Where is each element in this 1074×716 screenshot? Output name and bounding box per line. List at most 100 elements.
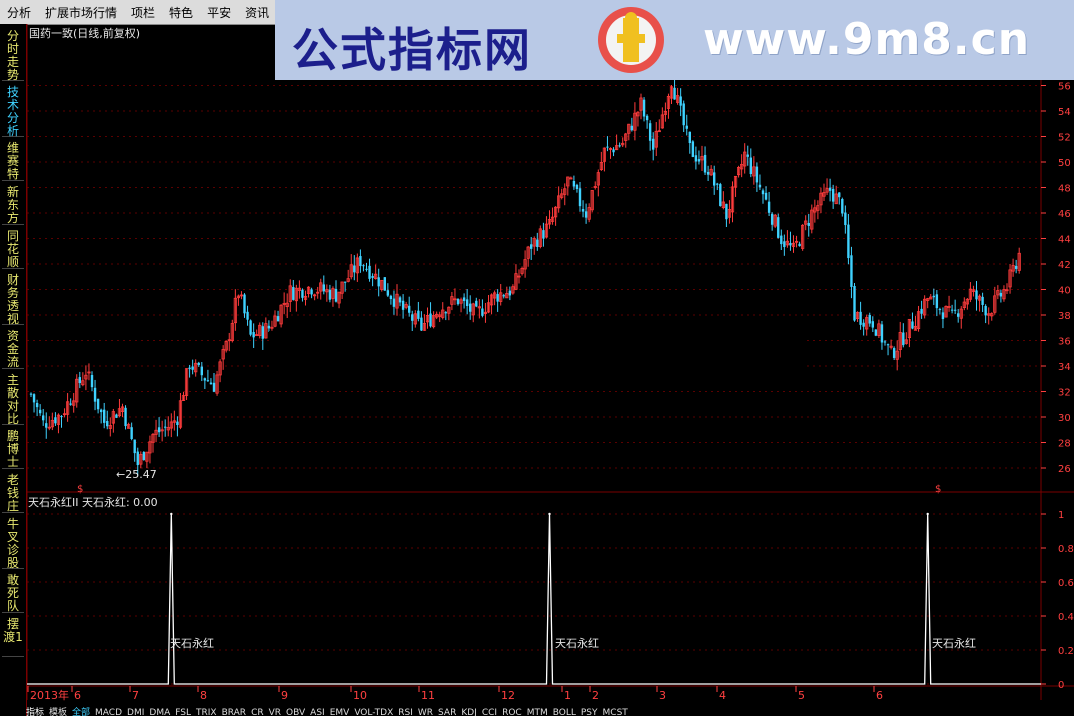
indicator-tick-label: 0.6 bbox=[1058, 578, 1074, 589]
site-title: 公式指标网 bbox=[292, 23, 532, 77]
indicator-tab-模板[interactable]: 模板 bbox=[49, 708, 67, 716]
candle-body-down bbox=[469, 303, 472, 312]
indicator-tab-boll[interactable]: BOLL bbox=[553, 708, 576, 716]
candle-body-down bbox=[328, 289, 332, 300]
candle-body-down bbox=[749, 157, 752, 175]
indicator-tab-dma[interactable]: DMA bbox=[149, 708, 170, 716]
peak-label-1: 天石永红 bbox=[170, 636, 214, 650]
candle-body-down bbox=[267, 325, 271, 329]
candle-body-down bbox=[859, 311, 862, 325]
indicator-tab-dmi[interactable]: DMI bbox=[127, 708, 144, 716]
candle-body-down bbox=[197, 362, 200, 366]
candle-body-down bbox=[249, 320, 252, 335]
candle-body-down bbox=[648, 123, 652, 141]
indicator-tab-emv[interactable]: EMV bbox=[330, 708, 350, 716]
price-tick-label: 28 bbox=[1058, 439, 1071, 450]
indicator-tab-mcst[interactable]: MCST bbox=[603, 708, 628, 716]
indicator-tab-psy[interactable]: PSY bbox=[581, 708, 598, 716]
candle-body-down bbox=[886, 344, 890, 346]
price-tick-label: 48 bbox=[1058, 184, 1071, 195]
indicator-tab-全部[interactable]: 全部 bbox=[72, 708, 90, 716]
indicator-tab-sar[interactable]: SAR bbox=[438, 708, 456, 716]
candle-body-down bbox=[703, 154, 707, 173]
indicator-tab-cci[interactable]: CCI bbox=[482, 708, 497, 716]
x-tick-label: 4 bbox=[719, 689, 726, 702]
candle-body-down bbox=[713, 172, 716, 186]
candle-body-down bbox=[359, 256, 362, 267]
candle-body-down bbox=[871, 321, 874, 328]
candle-body-down bbox=[847, 224, 850, 259]
candle-body-down bbox=[124, 407, 127, 427]
indicator-tab-vr[interactable]: VR bbox=[269, 708, 281, 716]
candle-body-down bbox=[542, 230, 545, 239]
candle-body-down bbox=[935, 294, 939, 309]
candle-body-down bbox=[42, 415, 45, 421]
candle-body-down bbox=[892, 348, 896, 358]
candle-body-down bbox=[200, 366, 203, 376]
price-tick-label: 36 bbox=[1058, 337, 1071, 348]
indicator-tab-mtm[interactable]: MTM bbox=[527, 708, 548, 716]
x-tick-label: 11 bbox=[421, 689, 435, 702]
price-tick-label: 54 bbox=[1058, 107, 1071, 118]
candle-body-down bbox=[938, 309, 942, 311]
candle-body-down bbox=[188, 367, 191, 370]
trading-app: 分析 扩展市场行情 项栏 特色 平安 资讯 分时走势 技术分析 维赛特 新东方 … bbox=[0, 0, 1074, 716]
candle-body-down bbox=[90, 375, 94, 388]
candle-body-down bbox=[679, 96, 682, 106]
candle-body-down bbox=[838, 192, 841, 198]
candle-body-down bbox=[957, 313, 960, 317]
candle-body-down bbox=[429, 313, 432, 327]
indicator-tab-wr[interactable]: WR bbox=[418, 708, 433, 716]
candle-body-down bbox=[502, 295, 505, 297]
candle-body-down bbox=[93, 387, 97, 402]
candle-body-down bbox=[975, 290, 978, 300]
x-tick-label: 3 bbox=[659, 689, 666, 702]
candle-body-down bbox=[673, 87, 676, 100]
indicator-tab-指标[interactable]: 指标 bbox=[26, 708, 44, 716]
x-tick-label: 5 bbox=[798, 689, 805, 702]
candle-body-down bbox=[770, 213, 774, 225]
peak-label-2: 天石永红 bbox=[555, 636, 599, 650]
candle-body-down bbox=[481, 308, 484, 316]
candle-body-down bbox=[496, 294, 499, 302]
indicator-tab-macd[interactable]: MACD bbox=[95, 708, 122, 716]
candle-body-down bbox=[746, 154, 749, 157]
candle-body-down bbox=[386, 290, 390, 296]
indicator-tab-brar[interactable]: BRAR bbox=[222, 708, 246, 716]
indicator-header: 天石永红II 天石永红: 0.00 bbox=[28, 495, 158, 509]
redacted-area bbox=[269, 331, 805, 384]
candle-body-down bbox=[697, 159, 701, 162]
price-tick-label: 34 bbox=[1058, 362, 1071, 373]
candle-body-down bbox=[844, 212, 847, 226]
candle-body-down bbox=[618, 145, 621, 147]
candle-body-down bbox=[798, 243, 801, 247]
candle-body-down bbox=[252, 332, 255, 338]
main-chart-header: 国药一致(日线,前复权) bbox=[29, 26, 140, 40]
candle-body-down bbox=[103, 409, 106, 423]
candle-body-down bbox=[475, 300, 478, 307]
candle-body-down bbox=[243, 294, 246, 314]
indicator-tick-label: 0.2 bbox=[1058, 646, 1074, 657]
candle-body-down bbox=[777, 217, 780, 238]
indicator-tab-fsl[interactable]: FSL bbox=[175, 708, 191, 716]
indicator-tab-obv[interactable]: OBV bbox=[286, 708, 305, 716]
candle-body-down bbox=[133, 439, 136, 454]
indicator-tab-vol-tdx[interactable]: VOL-TDX bbox=[354, 708, 393, 716]
indicator-tab-rsi[interactable]: RSI bbox=[398, 708, 413, 716]
candlestick-layer bbox=[29, 79, 1021, 476]
candle-body-down bbox=[362, 265, 365, 267]
candle-body-down bbox=[417, 310, 420, 319]
indicator-peak-point bbox=[926, 512, 929, 516]
candle-body-down bbox=[38, 409, 42, 414]
candle-body-down bbox=[365, 268, 368, 270]
indicator-tab-roc[interactable]: ROC bbox=[502, 708, 522, 716]
indicator-tab-asi[interactable]: ASI bbox=[310, 708, 325, 716]
candle-body-down bbox=[789, 242, 792, 246]
indicator-tab-kdj[interactable]: KDJ bbox=[461, 708, 477, 716]
candle-body-down bbox=[981, 296, 984, 305]
candle-body-down bbox=[642, 99, 646, 117]
indicator-tab-trix[interactable]: TRIX bbox=[196, 708, 217, 716]
indicator-tab-cr[interactable]: CR bbox=[251, 708, 264, 716]
candle-body-down bbox=[398, 297, 402, 303]
candle-body-down bbox=[456, 298, 460, 305]
